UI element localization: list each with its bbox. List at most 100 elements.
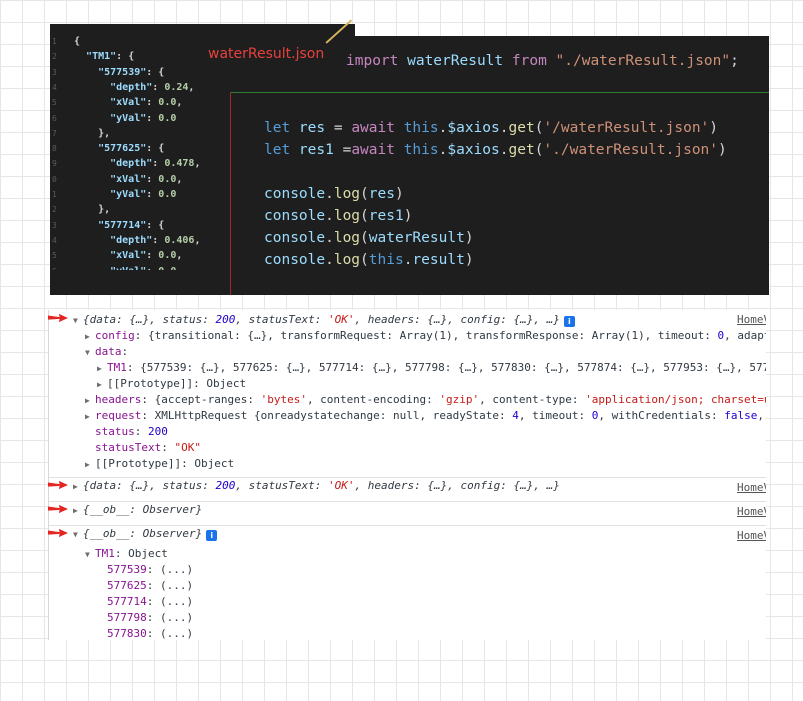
triangle-down-icon[interactable]: ▼ — [85, 547, 95, 563]
console-text: 577798 — [107, 611, 147, 624]
json-token: 0.0 — [158, 189, 177, 200]
triangle-right-icon[interactable]: ▶ — [73, 479, 83, 495]
triangle-right-icon[interactable]: ▶ — [85, 409, 95, 425]
line-number: 9 — [52, 159, 57, 169]
triangle-down-icon[interactable]: ▼ — [73, 313, 83, 329]
json-token: : — [152, 158, 165, 170]
json-token: 0.0 — [158, 112, 177, 124]
json-token: "xVal" — [110, 97, 147, 109]
triangle-right-icon[interactable]: ▶ — [85, 457, 95, 473]
json-token: }, — [98, 204, 111, 216]
panel-border-left — [230, 92, 231, 295]
json-line: "577625": { — [74, 143, 164, 155]
console-object-property[interactable]: ▶ config: {transitional: {…}, transformRe… — [49, 328, 766, 345]
console-text: : Object — [114, 547, 168, 560]
triangle-down-icon[interactable]: ▼ — [73, 527, 83, 543]
console-object-property[interactable]: ▶ TM1: {577539: {…}, 577625: {…}, 577714:… — [49, 360, 766, 377]
code-token: get — [508, 142, 535, 158]
info-icon[interactable]: i — [563, 316, 575, 327]
console-text: : — [121, 345, 129, 358]
line-number: 1 — [52, 190, 57, 199]
console-text: 200 — [148, 425, 168, 438]
json-token: "depth" — [110, 234, 153, 246]
code-line: console.log(res1) — [264, 207, 412, 225]
code-token: res1 — [298, 142, 343, 158]
line-number: 4 — [52, 235, 57, 245]
code-token: ) — [394, 186, 404, 202]
source-link[interactable]: HomeView — [737, 528, 766, 544]
file-name-annotation: waterResult.json — [208, 46, 325, 62]
console-text: [[Prototype]]: Object — [107, 377, 247, 390]
console-object-property[interactable]: ▶ request: XMLHttpRequest {onreadystatech… — [49, 408, 766, 425]
console-text: 'application/json; charset=u — [585, 393, 766, 406]
code-token: ) — [709, 120, 719, 136]
triangle-right-icon[interactable]: ▶ — [85, 329, 95, 345]
json-token: : — [146, 173, 159, 185]
red-arrow-annotation — [48, 480, 68, 490]
console-text: : {transitional: {…}, transformRequest: … — [134, 329, 718, 342]
console-text: , adapt — [724, 329, 766, 342]
console-object-property[interactable]: ▶ [[Prototype]]: Object — [49, 376, 766, 393]
json-token: "yVal" — [110, 112, 147, 124]
line-number: 2 — [52, 205, 57, 215]
code-token: ( — [360, 208, 369, 224]
arrow-shape — [48, 528, 68, 538]
code-token: this — [403, 142, 439, 158]
info-icon[interactable]: i — [206, 530, 218, 541]
console-text: 200 — [215, 313, 236, 326]
line-number: 6 — [52, 113, 57, 123]
code-token: './waterResult.json' — [543, 142, 719, 158]
console-text: TM1 — [107, 361, 127, 374]
code-token: . — [325, 208, 334, 224]
console-text: 577625 — [107, 579, 147, 592]
console-text: config — [95, 329, 135, 342]
source-link[interactable]: HomeView — [737, 504, 766, 520]
code-token: log — [333, 208, 361, 224]
console-log-entry[interactable]: ▼{__ob__: Observer}i HomeView — [49, 525, 766, 543]
code-token: this — [368, 252, 404, 268]
console-text: , timeout: — [518, 409, 592, 422]
console-text: : (...) — [146, 611, 194, 624]
line-number: 3 — [52, 67, 57, 77]
code-token: . — [325, 252, 334, 268]
console-object-property[interactable]: ▼ data: — [49, 344, 766, 361]
source-link[interactable]: HomeView — [737, 312, 766, 328]
console-text: : XMLHttpRequest {onreadystatechange: — [141, 409, 394, 422]
console-object-property[interactable]: ▼ TM1: Object — [49, 546, 766, 563]
code-token: await — [351, 142, 404, 158]
triangle-right-icon[interactable]: ▶ — [73, 503, 83, 519]
console-object-property[interactable]: ▶ [[Prototype]]: Object — [49, 456, 766, 473]
json-token: "depth" — [110, 81, 153, 93]
console-text: 'OK' — [328, 313, 355, 326]
triangle-right-icon[interactable]: ▶ — [85, 393, 95, 409]
console-text: 577539 — [107, 563, 147, 576]
code-token: console — [264, 208, 326, 224]
console-text: 'gzip' — [439, 393, 480, 406]
code-token: console — [264, 186, 326, 202]
console-log-entry[interactable]: ▶ {data: {…}, status: 200, statusText: 'O… — [49, 477, 766, 495]
code-token: $axios — [447, 142, 500, 158]
json-token: 0.0 — [158, 97, 177, 109]
console-text: {__ob__: Observer} — [83, 527, 203, 540]
panel-border-top — [230, 92, 769, 93]
triangle-right-icon[interactable]: ▶ — [97, 377, 107, 393]
triangle-down-icon[interactable]: ▼ — [85, 345, 95, 361]
console-text: : {accept-ranges: — [141, 393, 261, 406]
triangle-right-icon[interactable]: ▶ — [97, 361, 107, 377]
line-number: 8 — [52, 144, 57, 154]
console-log-entry[interactable]: ▼ {data: {…}, status: 200, statusText: 'O… — [49, 312, 766, 329]
json-line: }, — [74, 128, 110, 140]
console-object-property[interactable]: ▶ headers: {accept-ranges: 'bytes', conte… — [49, 392, 766, 409]
json-line: }, — [74, 204, 110, 216]
code-token: log — [333, 252, 361, 268]
source-link[interactable]: HomeView — [737, 480, 766, 496]
console-log-entry[interactable]: ▶{__ob__: Observer} HomeView — [49, 501, 766, 519]
console-object-property: 577798: (...) — [49, 610, 766, 627]
json-line: "yVal": 0.0 — [74, 113, 176, 125]
